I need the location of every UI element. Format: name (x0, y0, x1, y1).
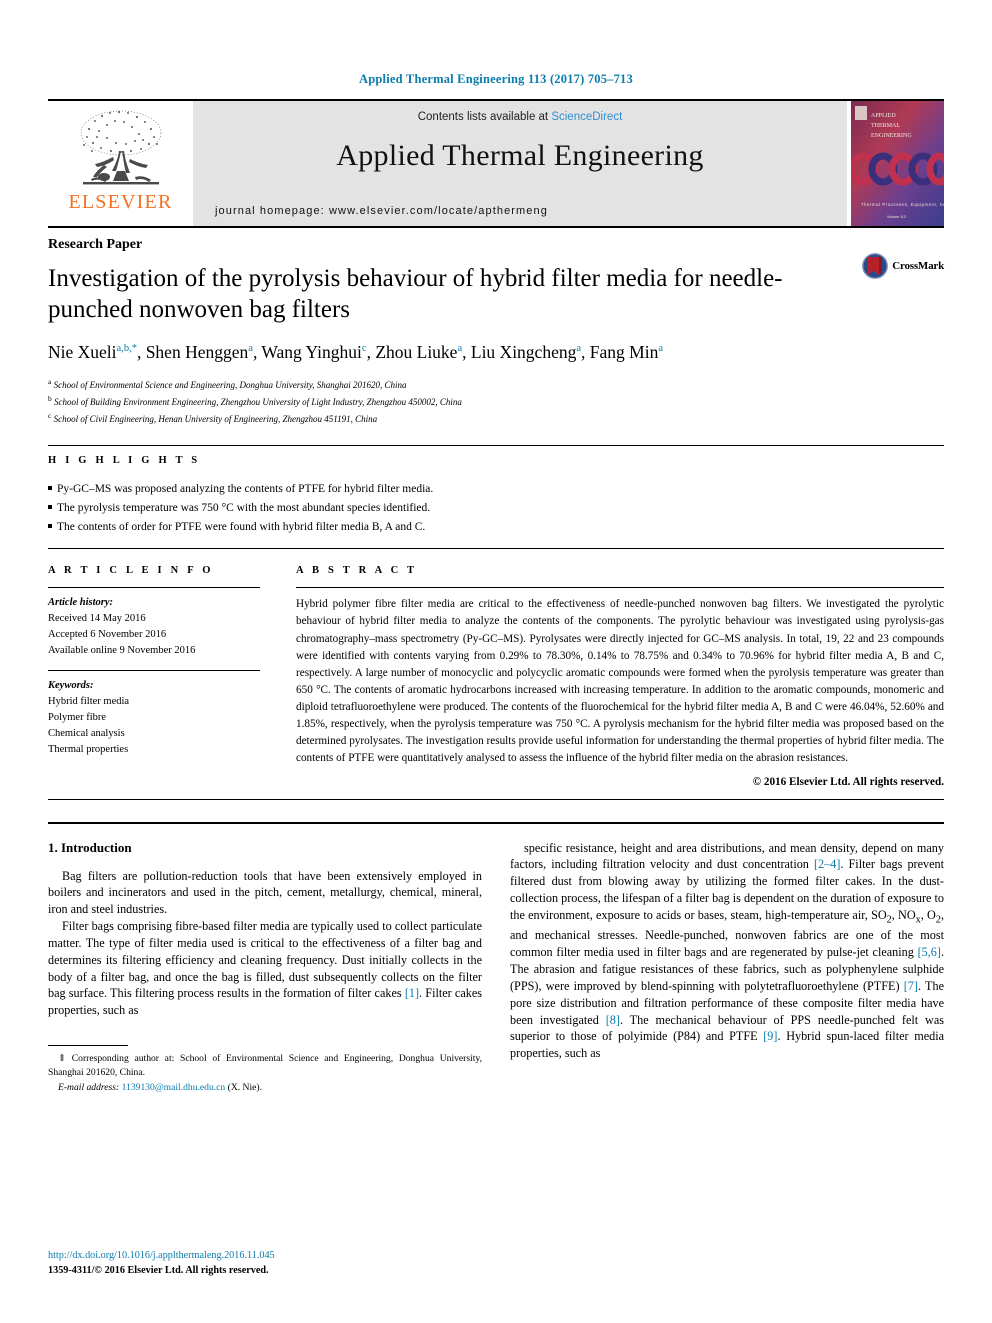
section-heading-introduction: 1. Introduction (48, 839, 132, 855)
article-history-heading: Article history: (48, 597, 114, 609)
journal-homepage-link[interactable]: journal homepage: www.elsevier.com/locat… (215, 205, 548, 217)
citation-link[interactable]: [1] (405, 986, 419, 1000)
article-header: Research Paper CrossMark Investigation o… (48, 226, 944, 427)
running-head: Applied Thermal Engineering 113 (2017) 7… (359, 72, 633, 86)
author-affiliation-marker: a,b,* (116, 343, 137, 355)
info-abstract-region: A R T I C L E I N F O Article history: R… (48, 565, 944, 788)
left-column-paragraphs: Bag filters are pollution-reduction tool… (48, 868, 482, 1019)
author-name: Zhou Liuke (375, 342, 458, 362)
citation-link[interactable]: [8] (606, 1013, 620, 1027)
keywords-heading: Keywords: (48, 680, 94, 692)
affiliation-list: a School of Environmental Science and En… (48, 376, 944, 427)
body-paragraph: Filter bags comprising fibre-based filte… (48, 919, 482, 1018)
highlights-list: Py-GC–MS was proposed analyzing the cont… (48, 480, 944, 537)
author-name: Nie Xueli (48, 342, 117, 362)
highlights-divider-bottom (48, 548, 944, 550)
abstract-text: Hybrid polymer fibre filter media are cr… (296, 598, 944, 764)
abstract-column: A B S T R A C T Hybrid polymer fibre fil… (276, 565, 944, 788)
keywords-items: Hybrid filter media Polymer fibre Chemical… (48, 694, 260, 758)
cover-art: APPLIED THERMAL ENGINEERING Thermal Proc… (851, 101, 944, 226)
journal-cover-thumbnail: APPLIED THERMAL ENGINEERING Thermal Proc… (851, 101, 944, 226)
keyword-item: Chemical analysis (48, 728, 125, 740)
abstract-copyright: © 2016 Elsevier Ltd. All rights reserved… (752, 775, 944, 788)
article-info-label: A R T I C L E I N F O (48, 565, 214, 577)
citation-link[interactable]: [2–4] (814, 857, 840, 871)
author-affiliation-marker: c (361, 343, 367, 355)
keyword-item: Thermal properties (48, 744, 129, 756)
affiliation-item: c School of Civil Engineering, Henan Uni… (48, 410, 378, 424)
page-footer: http://dx.doi.org/10.1016/j.applthermale… (48, 1249, 275, 1279)
abstract-divider-bottom (48, 798, 944, 800)
crossmark-icon (862, 253, 889, 279)
body-paragraph: Bag filters are pollution-reduction tool… (48, 868, 482, 917)
svg-text:APPLIED: APPLIED (871, 113, 896, 119)
right-column-paragraphs: specific resistance, height and area dis… (510, 840, 944, 1062)
corresponding-author-note: ⇑ Corresponding author at: School of Env… (48, 1053, 482, 1079)
bullet-icon (48, 523, 52, 528)
contents-prefix: Contents lists available at (417, 111, 552, 123)
elsevier-logo: ELSEVIER (48, 101, 193, 226)
highlights-label: H I G H L I G H T S (48, 454, 201, 466)
author-list: Nie Xuelia,b,*, Shen Henggena, Wang Ying… (48, 342, 663, 362)
highlight-item: Py-GC–MS was proposed analyzing the cont… (48, 480, 944, 499)
article-history-block: Article history: Received 14 May 2016 Acc… (48, 588, 260, 659)
footnote-rule (48, 1045, 128, 1047)
journal-band: Contents lists available at ScienceDirec… (193, 101, 847, 226)
affiliation-item: a School of Environmental Science and En… (48, 376, 407, 390)
contents-line: Contents lists available at ScienceDirec… (418, 111, 623, 123)
sciencedirect-link[interactable]: ScienceDirect (551, 111, 622, 123)
article-history-items: Received 14 May 2016 Accepted 6 November … (48, 611, 260, 659)
article-history-item: Accepted 6 November 2016 (48, 629, 167, 641)
journal-title: Applied Thermal Engineering (336, 139, 704, 172)
keyword-item: Hybrid filter media (48, 696, 130, 708)
issn-copyright: 1359-4311/© 2016 Elsevier Ltd. All right… (48, 1265, 269, 1277)
author-name: Wang Yinghui (261, 342, 362, 362)
highlight-item: The contents of order for PTFE were foun… (48, 518, 944, 537)
author-affiliation-marker: a (658, 343, 663, 355)
body-columns: 1. Introduction Bag filters are pollutio… (48, 840, 944, 1096)
crossmark-label: CrossMark (892, 260, 944, 272)
author-affiliation-marker: a (248, 343, 253, 355)
affiliation-item: b School of Building Environment Enginee… (48, 393, 462, 407)
email-note: E-mail address: 1139130@mail.dhu.edu.cn … (48, 1081, 482, 1095)
crossmark-badge[interactable]: CrossMark (862, 253, 944, 279)
body-paragraph: specific resistance, height and area dis… (510, 840, 944, 1061)
paper-page: Applied Thermal Engineering 113 (2017) 7… (0, 0, 992, 1323)
journal-masthead: ELSEVIER Contents lists available at Sci… (48, 99, 944, 226)
page-title: Investigation of the pyrolysis behaviour… (48, 265, 783, 323)
body-column-left: 1. Introduction Bag filters are pollutio… (48, 840, 482, 1096)
keywords-block: Keywords: Hybrid filter media Polymer fib… (48, 671, 260, 758)
article-info-column: A R T I C L E I N F O Article history: R… (48, 565, 276, 787)
elsevier-tree-icon (80, 110, 161, 185)
citation-link[interactable]: [5,6] (918, 945, 941, 959)
author-name: Liu Xingcheng (470, 342, 577, 362)
body-divider (48, 821, 944, 824)
email-owner: (X. Nie). (227, 1081, 262, 1093)
svg-text:ENGINEERING: ENGINEERING (871, 133, 912, 139)
article-history-item: Received 14 May 2016 (48, 613, 146, 625)
keyword-item: Polymer fibre (48, 712, 107, 724)
bullet-icon (48, 485, 52, 490)
doi-link[interactable]: http://dx.doi.org/10.1016/j.applthermale… (48, 1249, 275, 1264)
body-column-right: specific resistance, height and area dis… (510, 840, 944, 1096)
paper-type-label: Research Paper (48, 237, 143, 252)
author-name: Fang Min (589, 342, 659, 362)
bullet-icon (48, 504, 52, 509)
footnote-text: ⇑ Corresponding author at: School of Env… (48, 1052, 482, 1095)
elsevier-wordmark: ELSEVIER (68, 191, 173, 213)
author-affiliation-marker: a (457, 343, 463, 355)
email-label: E-mail address: (58, 1081, 120, 1093)
highlight-item: The pyrolysis temperature was 750 °C wit… (48, 499, 944, 518)
svg-text:Volume 113: Volume 113 (887, 215, 906, 219)
citation-link[interactable]: [7] (904, 979, 918, 993)
svg-text:Thermal Processes, Equipme: Thermal Processes, Equipment, Innovation (861, 202, 944, 207)
article-history-item: Available online 9 November 2016 (48, 645, 196, 657)
author-affiliation-marker: a (576, 343, 582, 355)
citation-link[interactable]: [9] (763, 1029, 777, 1043)
email-link[interactable]: 1139130@mail.dhu.edu.cn (122, 1082, 226, 1093)
footnote-region: ⇑ Corresponding author at: School of Env… (48, 1045, 482, 1095)
svg-text:THERMAL: THERMAL (871, 123, 900, 129)
author-name: Shen Henggen (145, 342, 249, 362)
abstract-label: A B S T R A C T (296, 565, 418, 577)
